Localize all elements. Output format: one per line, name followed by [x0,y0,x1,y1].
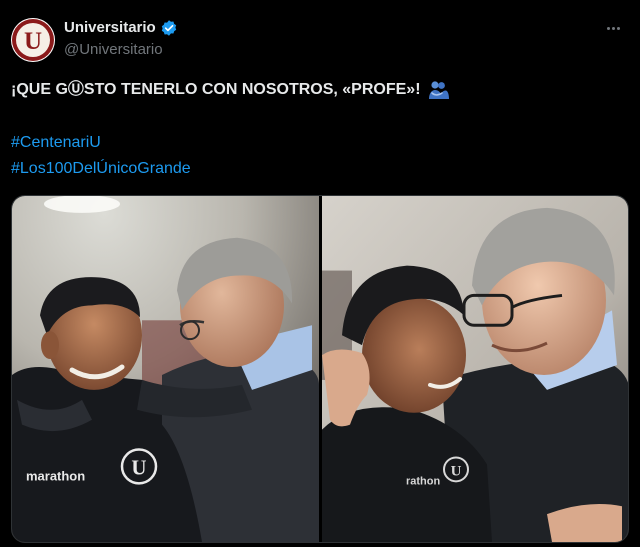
more-dot [616,26,620,30]
svg-text:U: U [131,455,146,479]
display-name-row[interactable]: Universitario [64,18,178,38]
more-options-button[interactable] [601,18,625,38]
hashtag-link[interactable]: #CentenariU [11,130,611,156]
photo-left-image: marathon U [12,196,319,542]
svg-text:U: U [24,28,42,55]
avatar[interactable]: U [11,18,55,62]
svg-text:marathon: marathon [26,468,85,483]
more-dot [611,26,615,30]
svg-text:rathon: rathon [406,475,440,487]
hashtag-link[interactable]: #Los100DelÚnicoGrande [11,156,611,182]
photo-left[interactable]: marathon U [12,196,319,542]
universitario-logo-icon: U [12,19,54,61]
headline-text: ¡QUE GⓊSTO TENERLO CON NOSOTROS, «PROFE»… [11,81,421,98]
people-hugging-emoji-icon [428,81,449,99]
media-grid: marathon U rathon U [11,195,629,543]
hashtag-list: #CentenariU #Los100DelÚnicoGrande [11,130,611,182]
svg-text:U: U [451,463,462,479]
photo-right-image: rathon U [322,196,628,542]
account-info: Universitario @Universitario [64,18,178,60]
display-name[interactable]: Universitario [64,18,156,38]
handle[interactable]: @Universitario [64,40,178,60]
more-dots-icon [606,26,610,30]
verified-badge-icon [161,20,176,36]
tweet-body: ¡QUE GⓊSTO TENERLO CON NOSOTROS, «PROFE»… [11,78,611,182]
photo-right[interactable]: rathon U [322,196,628,542]
tweet-header: U Universitario @Universitario [11,14,629,62]
tweet-headline: ¡QUE GⓊSTO TENERLO CON NOSOTROS, «PROFE»… [11,78,611,102]
